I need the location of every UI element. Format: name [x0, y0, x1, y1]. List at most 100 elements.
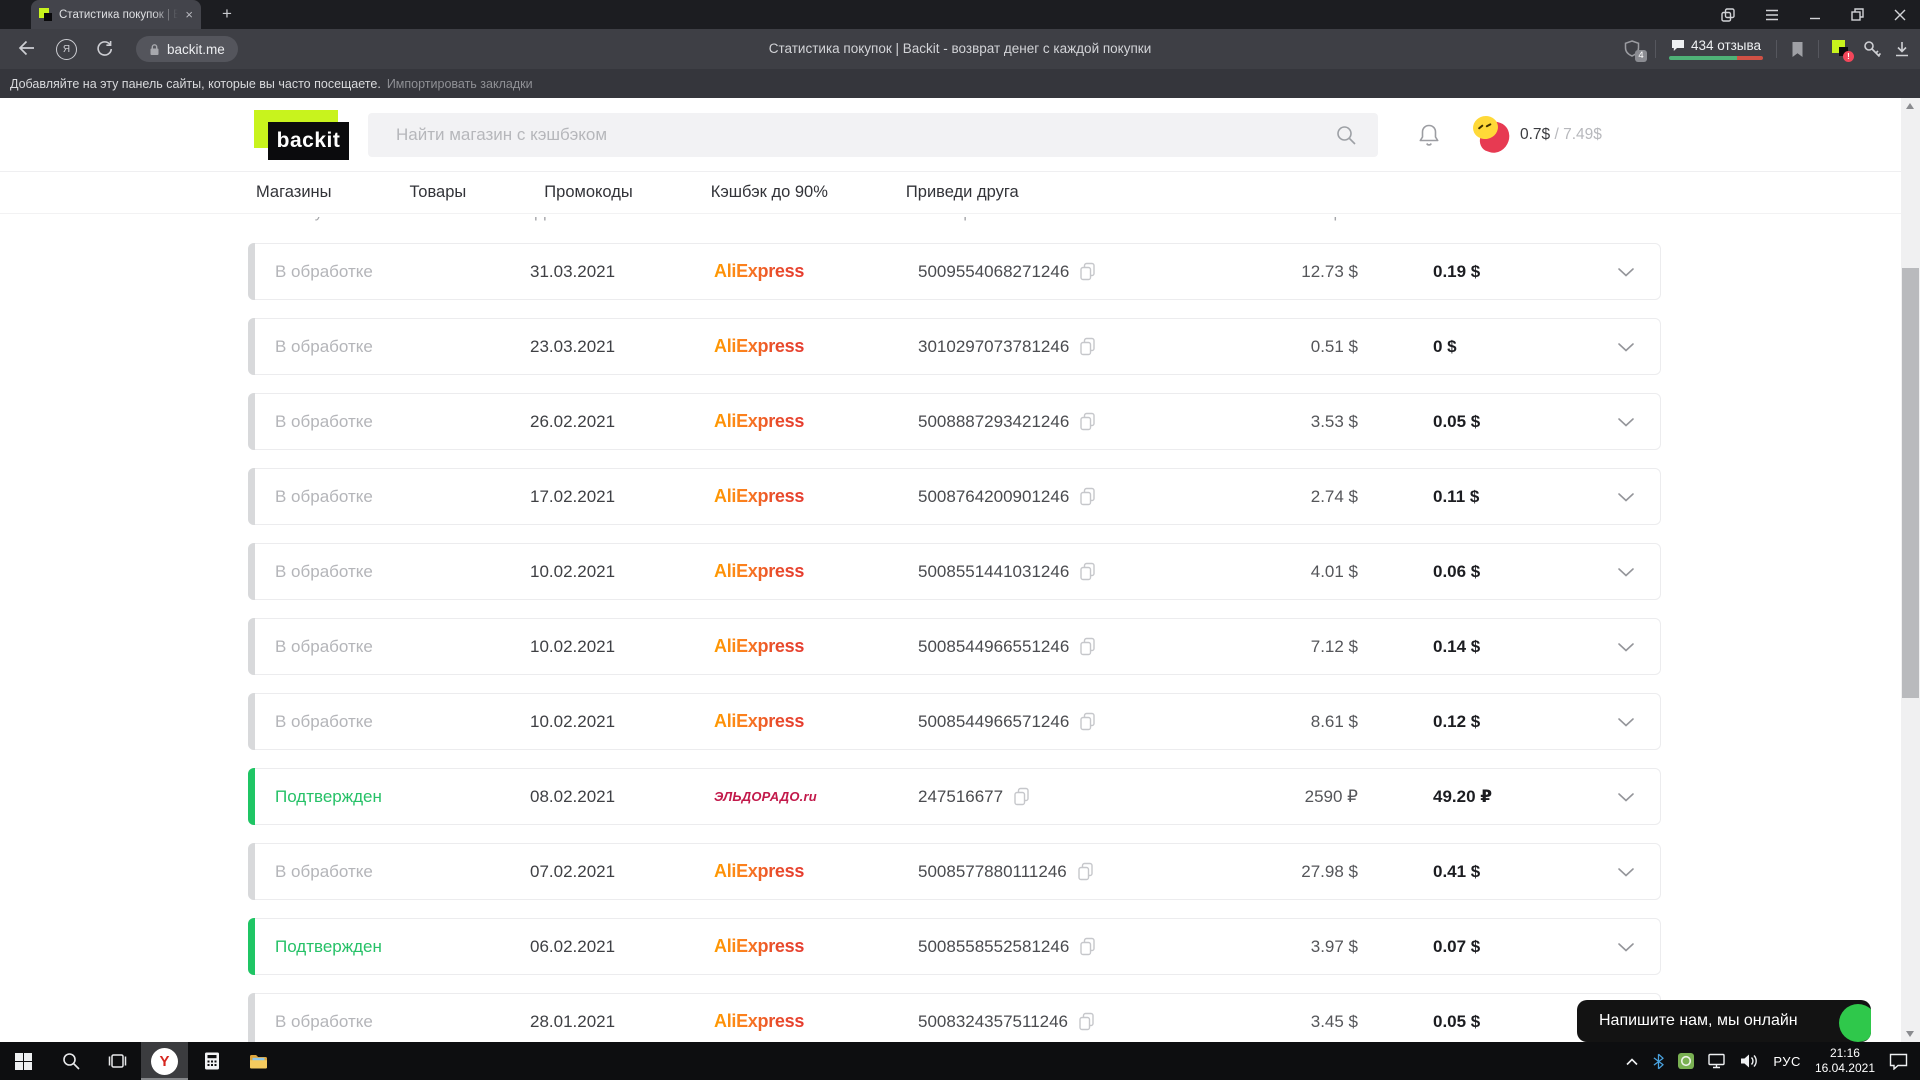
- scrollbar-up-arrow[interactable]: [1906, 103, 1914, 109]
- order-date: 10.02.2021: [530, 562, 714, 582]
- shield-badge: 4: [1635, 50, 1647, 62]
- scrollbar-thumb[interactable]: [1902, 268, 1919, 698]
- copy-icon[interactable]: [1078, 1012, 1095, 1031]
- copy-icon[interactable]: [1079, 262, 1096, 281]
- status-accent-bar: [248, 993, 255, 1042]
- orders-table: Статус Дата Магазин Номер заказа Цена Кэ…: [0, 215, 1901, 1042]
- nav-item-invite-friend[interactable]: Приведи друга: [906, 183, 1019, 202]
- chevron-down-icon[interactable]: [1618, 943, 1634, 952]
- order-date: 23.03.2021: [530, 337, 714, 357]
- action-center-icon[interactable]: [1889, 1053, 1908, 1070]
- tray-app-icon[interactable]: [1678, 1053, 1694, 1069]
- copy-icon[interactable]: [1079, 337, 1096, 356]
- notifications-bell-icon[interactable]: [1418, 123, 1440, 147]
- order-row[interactable]: В обработке 07.02.2021 AliExpress 500857…: [248, 843, 1661, 900]
- back-button[interactable]: [18, 40, 35, 56]
- browser-menu-icon[interactable]: [1765, 9, 1779, 21]
- site-reviews-button[interactable]: 434 отзыва: [1669, 38, 1763, 60]
- copy-icon[interactable]: [1013, 787, 1030, 806]
- new-tab-button[interactable]: +: [216, 3, 238, 25]
- chevron-down-icon[interactable]: [1618, 793, 1634, 802]
- store-logo: ЭЛЬДОРАДО.ru: [714, 789, 817, 804]
- task-view-icon[interactable]: [94, 1042, 141, 1080]
- order-row[interactable]: Подтвержден 08.02.2021 ЭЛЬДОРАДО.ru 2475…: [248, 768, 1661, 825]
- yandex-protect-icon[interactable]: Я: [56, 39, 77, 60]
- chevron-down-icon[interactable]: [1618, 493, 1634, 502]
- taskbar-file-explorer-icon[interactable]: [235, 1042, 282, 1080]
- chevron-down-icon[interactable]: [1618, 718, 1634, 727]
- order-price: 3.53 $: [1208, 412, 1358, 432]
- taskbar-clock[interactable]: 21:16 16.04.2021: [1815, 1046, 1875, 1076]
- window-minimize-button[interactable]: [1809, 9, 1821, 21]
- order-row[interactable]: В обработке 10.02.2021 AliExpress 500854…: [248, 693, 1661, 750]
- store-logo: AliExpress: [714, 636, 804, 656]
- bookmark-flag-icon[interactable]: [1790, 41, 1805, 58]
- nav-item-promocodes[interactable]: Промокоды: [544, 183, 632, 202]
- bluetooth-icon[interactable]: [1653, 1053, 1664, 1070]
- order-row[interactable]: В обработке 23.03.2021 AliExpress 301029…: [248, 318, 1661, 375]
- window-restore-button[interactable]: [1851, 8, 1864, 21]
- balance-indicator[interactable]: 0.7$ / 7.49$: [1520, 126, 1602, 144]
- order-row[interactable]: В обработке 26.02.2021 AliExpress 500888…: [248, 393, 1661, 450]
- store-logo: AliExpress: [714, 936, 804, 956]
- order-row[interactable]: В обработке 31.03.2021 AliExpress 500955…: [248, 243, 1661, 300]
- language-indicator[interactable]: РУС: [1773, 1054, 1801, 1069]
- nav-item-products[interactable]: Товары: [410, 183, 467, 202]
- reload-button[interactable]: [96, 40, 113, 57]
- order-row[interactable]: В обработке 28.01.2021 AliExpress 500832…: [248, 993, 1661, 1042]
- import-bookmarks-link[interactable]: Импортировать закладки: [387, 77, 533, 91]
- protect-shield-icon[interactable]: 4: [1624, 40, 1642, 59]
- order-cashback: 0.14 $: [1433, 637, 1480, 657]
- copy-icon[interactable]: [1077, 862, 1094, 881]
- user-avatar[interactable]: [1472, 115, 1510, 153]
- order-status: В обработке: [275, 637, 530, 657]
- window-close-button[interactable]: [1894, 9, 1906, 21]
- copy-icon[interactable]: [1079, 412, 1096, 431]
- taskbar-search-icon[interactable]: [47, 1042, 94, 1080]
- chevron-down-icon[interactable]: [1618, 343, 1634, 352]
- chevron-down-icon[interactable]: [1618, 643, 1634, 652]
- copy-icon[interactable]: [1079, 712, 1096, 731]
- copy-icon[interactable]: [1079, 637, 1096, 656]
- order-row[interactable]: Подтвержден 06.02.2021 AliExpress 500855…: [248, 918, 1661, 975]
- chevron-down-icon[interactable]: [1618, 418, 1634, 427]
- chevron-down-icon[interactable]: [1618, 868, 1634, 877]
- page-viewport: backit 0.7$ / 7.49$ Магазины Товары Пром…: [0, 98, 1920, 1042]
- order-price: 7.12 $: [1208, 637, 1358, 657]
- tab-panels-icon[interactable]: [1721, 8, 1735, 22]
- order-row[interactable]: В обработке 10.02.2021 AliExpress 500855…: [248, 543, 1661, 600]
- tab-close-icon[interactable]: ×: [185, 8, 193, 21]
- copy-icon[interactable]: [1079, 562, 1096, 581]
- taskbar-yandex-browser-icon[interactable]: Y: [141, 1042, 188, 1080]
- nav-item-cashback[interactable]: Кэшбэк до 90%: [711, 183, 828, 202]
- tray-expand-icon[interactable]: [1625, 1057, 1639, 1066]
- downloads-icon[interactable]: [1894, 41, 1910, 57]
- chevron-down-icon[interactable]: [1618, 568, 1634, 577]
- order-number: 3010297073781246: [918, 337, 1069, 357]
- copy-icon[interactable]: [1079, 487, 1096, 506]
- chevron-down-icon[interactable]: [1618, 268, 1634, 277]
- order-number: 5008558552581246: [918, 937, 1069, 957]
- browser-tab[interactable]: Статистика покупок | B ×: [31, 0, 201, 29]
- volume-icon[interactable]: [1740, 1053, 1759, 1069]
- search-icon[interactable]: [1336, 125, 1356, 145]
- taskbar-calculator-icon[interactable]: [188, 1042, 235, 1080]
- scrollbar-down-arrow[interactable]: [1906, 1031, 1914, 1037]
- page-scrollbar[interactable]: [1901, 98, 1920, 1042]
- order-status: В обработке: [275, 262, 530, 282]
- header-order: Номер заказа: [923, 217, 1213, 221]
- backit-extension-icon[interactable]: !: [1832, 40, 1850, 58]
- order-row[interactable]: В обработке 10.02.2021 AliExpress 500854…: [248, 618, 1661, 675]
- network-icon[interactable]: [1708, 1053, 1726, 1069]
- start-button[interactable]: [0, 1042, 47, 1080]
- copy-icon[interactable]: [1079, 937, 1096, 956]
- reviews-count: 434 отзыва: [1691, 38, 1761, 53]
- password-key-icon[interactable]: [1863, 40, 1881, 58]
- order-row[interactable]: В обработке 17.02.2021 AliExpress 500876…: [248, 468, 1661, 525]
- chat-widget[interactable]: Напишите нам, мы онлайн: [1577, 1000, 1871, 1042]
- url-field[interactable]: backit.me: [136, 36, 238, 62]
- nav-item-stores[interactable]: Магазины: [256, 183, 332, 202]
- search-input[interactable]: [368, 113, 1378, 157]
- order-number: 247516677: [918, 787, 1003, 807]
- backit-logo[interactable]: backit: [254, 110, 349, 161]
